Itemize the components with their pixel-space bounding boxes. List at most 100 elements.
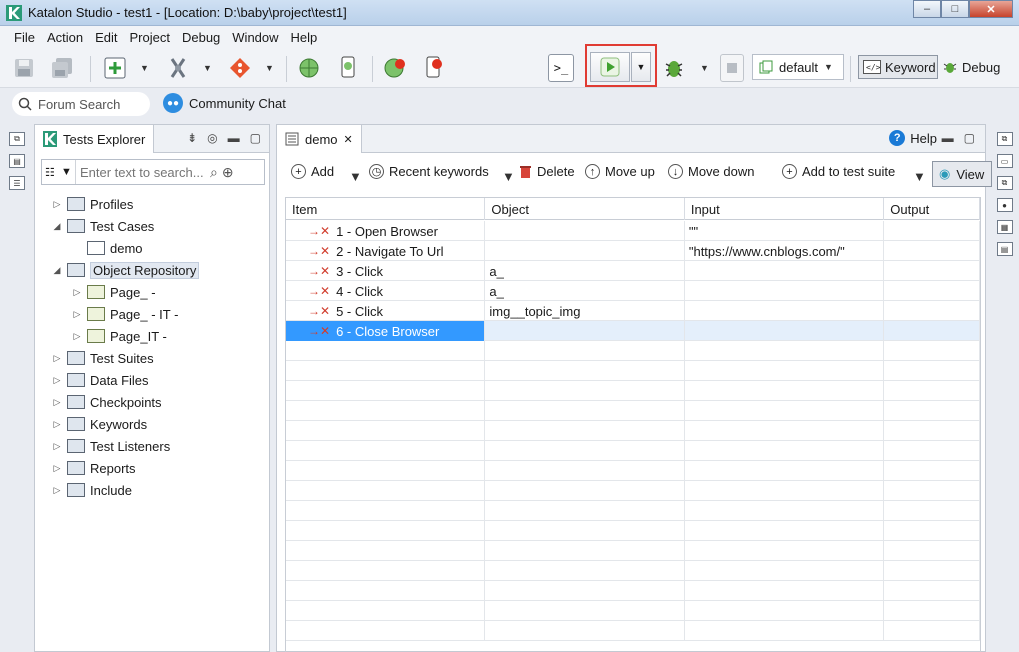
add-to-test-suite-button[interactable]: + Add to test suite [782, 164, 895, 179]
cell-input[interactable] [685, 581, 885, 601]
tree-toggle-icon[interactable]: ▷ [71, 309, 83, 320]
cell-output[interactable] [884, 621, 980, 641]
cell-input[interactable] [685, 341, 885, 361]
cell-input[interactable]: "https://www.cnblogs.com/" [685, 241, 885, 261]
menu-file[interactable]: File [8, 30, 41, 45]
tree-node[interactable]: ▷ Data Files [35, 369, 269, 391]
debug-run-button[interactable] [662, 54, 686, 82]
cell-item[interactable] [286, 581, 486, 601]
cell-item[interactable] [286, 601, 486, 621]
cell-object[interactable] [485, 241, 685, 261]
spy-mobile-button[interactable] [336, 54, 360, 82]
tree-node[interactable]: ▷ Test Suites [35, 347, 269, 369]
tree-toggle-icon[interactable]: ◢ [51, 221, 63, 232]
collapse-all-icon[interactable]: ⇟ [187, 131, 197, 145]
tree-toggle-icon[interactable]: ▷ [51, 353, 63, 364]
cell-object[interactable]: a_ [485, 281, 685, 301]
cell-item[interactable] [286, 481, 486, 501]
cell-item[interactable] [286, 521, 486, 541]
cell-object[interactable] [485, 601, 685, 621]
cell-input[interactable] [685, 261, 885, 281]
report-view-icon[interactable]: ● [996, 198, 1013, 212]
cell-output[interactable] [884, 341, 980, 361]
cell-output[interactable] [884, 321, 980, 341]
add-dropdown[interactable]: ▼ [349, 169, 362, 184]
table-row[interactable] [286, 361, 980, 381]
move-up-button[interactable]: ↑ Move up [585, 164, 655, 179]
cell-input[interactable] [685, 501, 885, 521]
cell-output[interactable] [884, 301, 980, 321]
new-button[interactable] [103, 54, 127, 82]
spy-dropdown[interactable]: ▼ [203, 54, 212, 82]
close-button[interactable]: ✕ [969, 0, 1013, 18]
tree-toggle-icon[interactable]: ▷ [71, 331, 83, 342]
cell-item[interactable]: →✕ 6 - Close Browser [286, 321, 486, 341]
table-row[interactable]: →✕ 1 - Open Browser "" [286, 221, 980, 241]
table-row[interactable] [286, 401, 980, 421]
tree-toggle-icon[interactable]: ◢ [51, 265, 63, 276]
menu-debug[interactable]: Debug [176, 30, 226, 45]
add-to-suite-dropdown[interactable]: ▼ [913, 169, 926, 184]
record-mobile-button[interactable] [422, 54, 446, 82]
cell-item[interactable] [286, 541, 486, 561]
maximize-editor-icon[interactable]: ▢ [964, 131, 975, 145]
cell-object[interactable] [485, 541, 685, 561]
cell-object[interactable] [485, 341, 685, 361]
cell-item[interactable] [286, 401, 486, 421]
debug-dropdown[interactable]: ▼ [700, 54, 709, 82]
cell-item[interactable] [286, 381, 486, 401]
cell-item[interactable] [286, 501, 486, 521]
cell-output[interactable] [884, 521, 980, 541]
tree-toggle-icon[interactable]: ▷ [51, 375, 63, 386]
cell-output[interactable] [884, 581, 980, 601]
cell-input[interactable] [685, 361, 885, 381]
minimize-panel-icon[interactable]: ▬ [228, 131, 240, 145]
tab-tests-explorer[interactable]: Tests Explorer [35, 125, 155, 153]
cell-output[interactable] [884, 561, 980, 581]
cell-input[interactable] [685, 421, 885, 441]
cell-output[interactable] [884, 381, 980, 401]
tree-node[interactable]: ▷ Reports [35, 457, 269, 479]
table-row[interactable] [286, 541, 980, 561]
column-item[interactable]: Item [286, 198, 486, 220]
tree-node[interactable]: ▷ Keywords [35, 413, 269, 435]
recent-keywords-dropdown[interactable]: ▼ [502, 169, 515, 184]
column-object[interactable]: Object [485, 198, 685, 220]
save-button[interactable] [12, 54, 36, 82]
table-row[interactable]: →✕ 6 - Close Browser [286, 321, 980, 341]
table-row[interactable]: →✕ 4 - Click a_ [286, 281, 980, 301]
cell-output[interactable] [884, 221, 980, 241]
tab-demo[interactable]: demo ✕ [277, 125, 362, 153]
table-row[interactable] [286, 461, 980, 481]
cell-output[interactable] [884, 461, 980, 481]
tree-toggle-icon[interactable]: ▷ [51, 441, 63, 452]
cell-input[interactable] [685, 601, 885, 621]
tree-node[interactable]: ◢ Object Repository [35, 259, 269, 281]
cell-item[interactable]: →✕ 4 - Click [286, 281, 486, 301]
git-button[interactable] [228, 54, 252, 82]
cell-object[interactable] [485, 381, 685, 401]
execution-profile-select[interactable]: default ▼ [752, 54, 844, 80]
move-down-button[interactable]: ↓ Move down [668, 164, 754, 179]
cell-object[interactable] [485, 421, 685, 441]
column-input[interactable]: Input [685, 198, 885, 220]
cell-object[interactable]: img__topic_img [485, 301, 685, 321]
link-with-editor-icon[interactable]: ◎ [207, 131, 217, 145]
cell-input[interactable] [685, 481, 885, 501]
console-button[interactable]: >_ [548, 54, 574, 82]
tree-toggle-icon[interactable]: ▷ [51, 485, 63, 496]
table-row[interactable] [286, 421, 980, 441]
cell-input[interactable] [685, 621, 885, 641]
maximize-panel-icon[interactable]: ▢ [250, 131, 261, 145]
cell-input[interactable] [685, 441, 885, 461]
search-icon[interactable]: ⌕ [210, 164, 218, 181]
variables-view-icon[interactable]: ▤ [996, 242, 1013, 256]
cell-object[interactable] [485, 561, 685, 581]
tree-toggle-icon[interactable]: ▷ [51, 397, 63, 408]
tree-toggle-icon[interactable]: ▷ [51, 419, 63, 430]
cell-input[interactable] [685, 281, 885, 301]
cell-input[interactable] [685, 561, 885, 581]
community-chat-link[interactable]: ●● Community Chat [163, 93, 286, 113]
cell-item[interactable]: →✕ 3 - Click [286, 261, 486, 281]
table-row[interactable] [286, 481, 980, 501]
